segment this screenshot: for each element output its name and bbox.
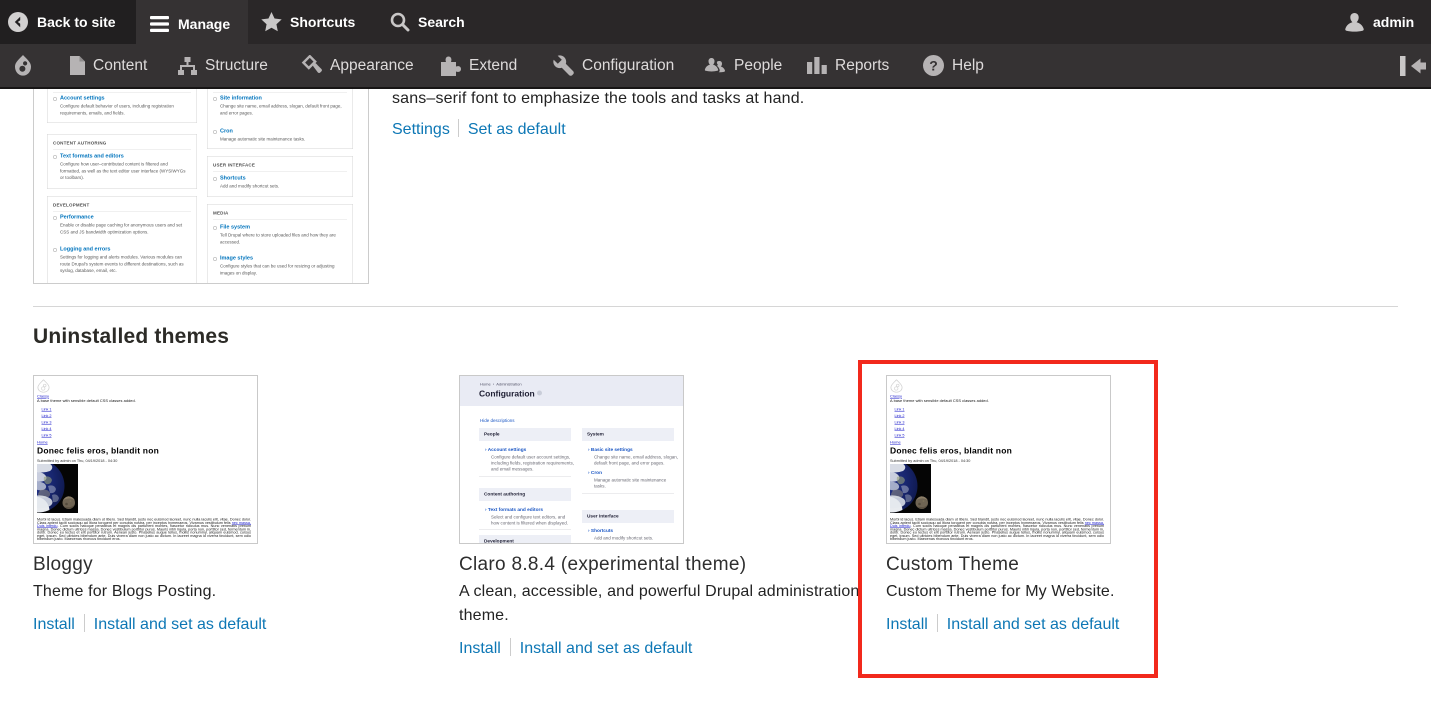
svg-text:?: ?	[929, 58, 938, 74]
